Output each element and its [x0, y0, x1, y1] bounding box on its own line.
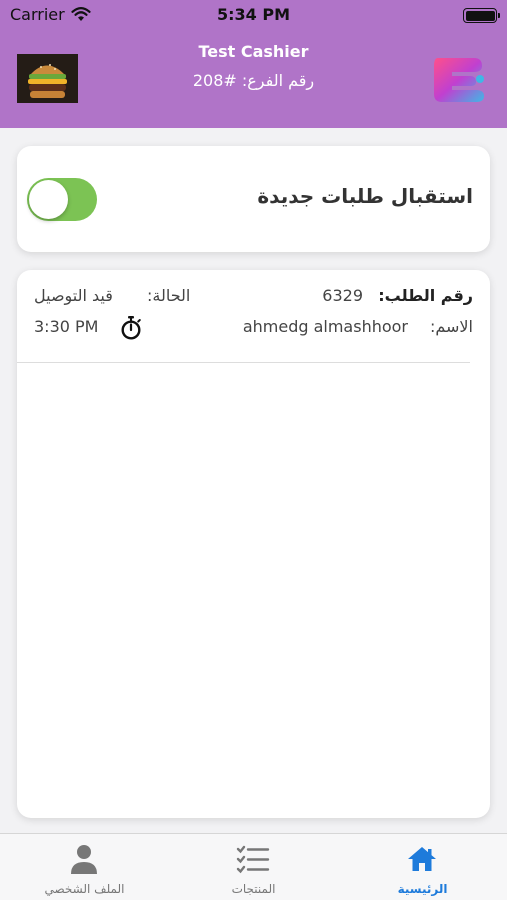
customer-name-label: الاسم:	[429, 317, 473, 336]
accept-orders-card: استقبال طلبات جديدة	[17, 146, 490, 252]
stopwatch-icon	[121, 316, 141, 340]
accept-orders-toggle[interactable]	[27, 178, 97, 221]
order-number-label: رقم الطلب:	[378, 286, 473, 305]
clock: 5:34 PM	[216, 5, 290, 24]
list-checks-icon	[236, 845, 270, 874]
status-label: الحالة:	[147, 286, 191, 305]
app-logo-icon	[430, 52, 490, 106]
customer-name: ahmedg almashhoor	[242, 317, 408, 336]
tab-products[interactable]: المنتجات	[169, 834, 338, 900]
order-number: 6329	[322, 286, 363, 305]
tab-profile-label: الملف الشخصي	[44, 882, 125, 896]
row-divider	[17, 362, 470, 363]
person-icon	[71, 845, 97, 874]
toggle-knob	[29, 180, 68, 219]
battery-icon	[463, 8, 500, 23]
status-bar: Carrier 5:34 PM	[0, 0, 507, 30]
tab-home-label: الرئيسية	[397, 882, 448, 896]
orders-list: رقم الطلب: 6329 الاسم: ahmedg almashhoor…	[17, 270, 490, 818]
app-header: Carrier 5:34 PM Test Cashier رقم الفرع: …	[0, 0, 507, 128]
tab-home[interactable]: الرئيسية	[338, 834, 507, 900]
order-row[interactable]: رقم الطلب: 6329 الاسم: ahmedg almashhoor…	[17, 270, 490, 363]
tab-bar: الرئيسية المنتجات الملف الشخصي	[0, 833, 507, 900]
home-icon	[408, 847, 436, 871]
accept-orders-label: استقبال طلبات جديدة	[257, 184, 473, 208]
tab-profile[interactable]: الملف الشخصي	[0, 834, 169, 900]
order-time: 3:30 PM	[34, 317, 99, 336]
status-badge: قيد التوصيل	[34, 286, 113, 305]
tab-products-label: المنتجات	[231, 882, 276, 896]
